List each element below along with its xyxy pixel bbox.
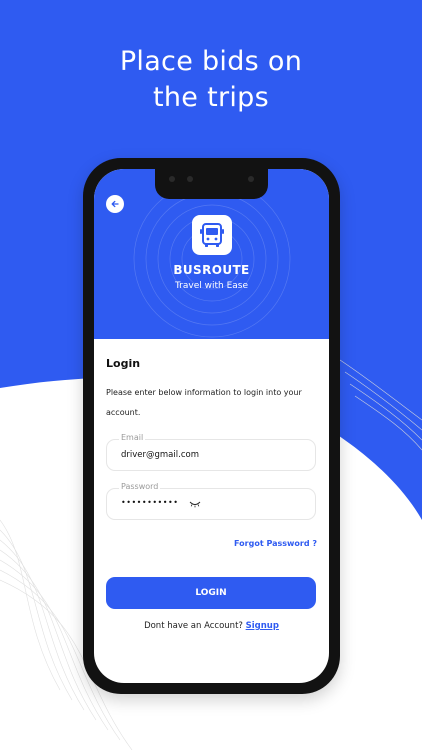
form-title: Login bbox=[106, 357, 141, 370]
bus-icon bbox=[200, 223, 224, 247]
phone-notch bbox=[155, 169, 268, 199]
phone-frame: BUSROUTE Travel with Ease Login Please e… bbox=[83, 158, 340, 694]
brand-name: BUSROUTE bbox=[173, 263, 250, 277]
email-field[interactable]: Email driver@gmail.com bbox=[106, 433, 316, 471]
login-button[interactable]: LOGIN bbox=[106, 577, 316, 609]
camera-dot bbox=[169, 176, 175, 182]
back-button[interactable] bbox=[106, 195, 124, 213]
app-screen: BUSROUTE Travel with Ease Login Please e… bbox=[94, 169, 329, 683]
email-value: driver@gmail.com bbox=[121, 450, 199, 460]
signup-row: Dont have an Account? Signup bbox=[94, 621, 329, 631]
forgot-password-link[interactable]: Forgot Password ? bbox=[234, 539, 317, 548]
form-description: Please enter below information to login … bbox=[106, 388, 302, 417]
signup-prompt: Dont have an Account? bbox=[144, 621, 243, 631]
headline-line-1: Place bids on bbox=[119, 46, 303, 77]
email-label: Email bbox=[119, 433, 146, 442]
app-logo bbox=[192, 215, 232, 255]
password-value: ••••••••••• bbox=[121, 498, 179, 507]
sensor-dot bbox=[187, 176, 193, 182]
eye-closed-icon[interactable] bbox=[189, 500, 201, 508]
password-label: Password bbox=[119, 482, 161, 491]
brand-tagline: Travel with Ease bbox=[175, 281, 248, 291]
headline-line-2: the trips bbox=[153, 82, 269, 113]
arrow-left-icon bbox=[111, 200, 119, 208]
password-field[interactable]: Password ••••••••••• bbox=[106, 482, 316, 520]
signup-link[interactable]: Signup bbox=[246, 621, 279, 631]
marketing-headline: Place bids on the trips bbox=[0, 44, 422, 116]
sensor-dot-right bbox=[248, 176, 254, 182]
